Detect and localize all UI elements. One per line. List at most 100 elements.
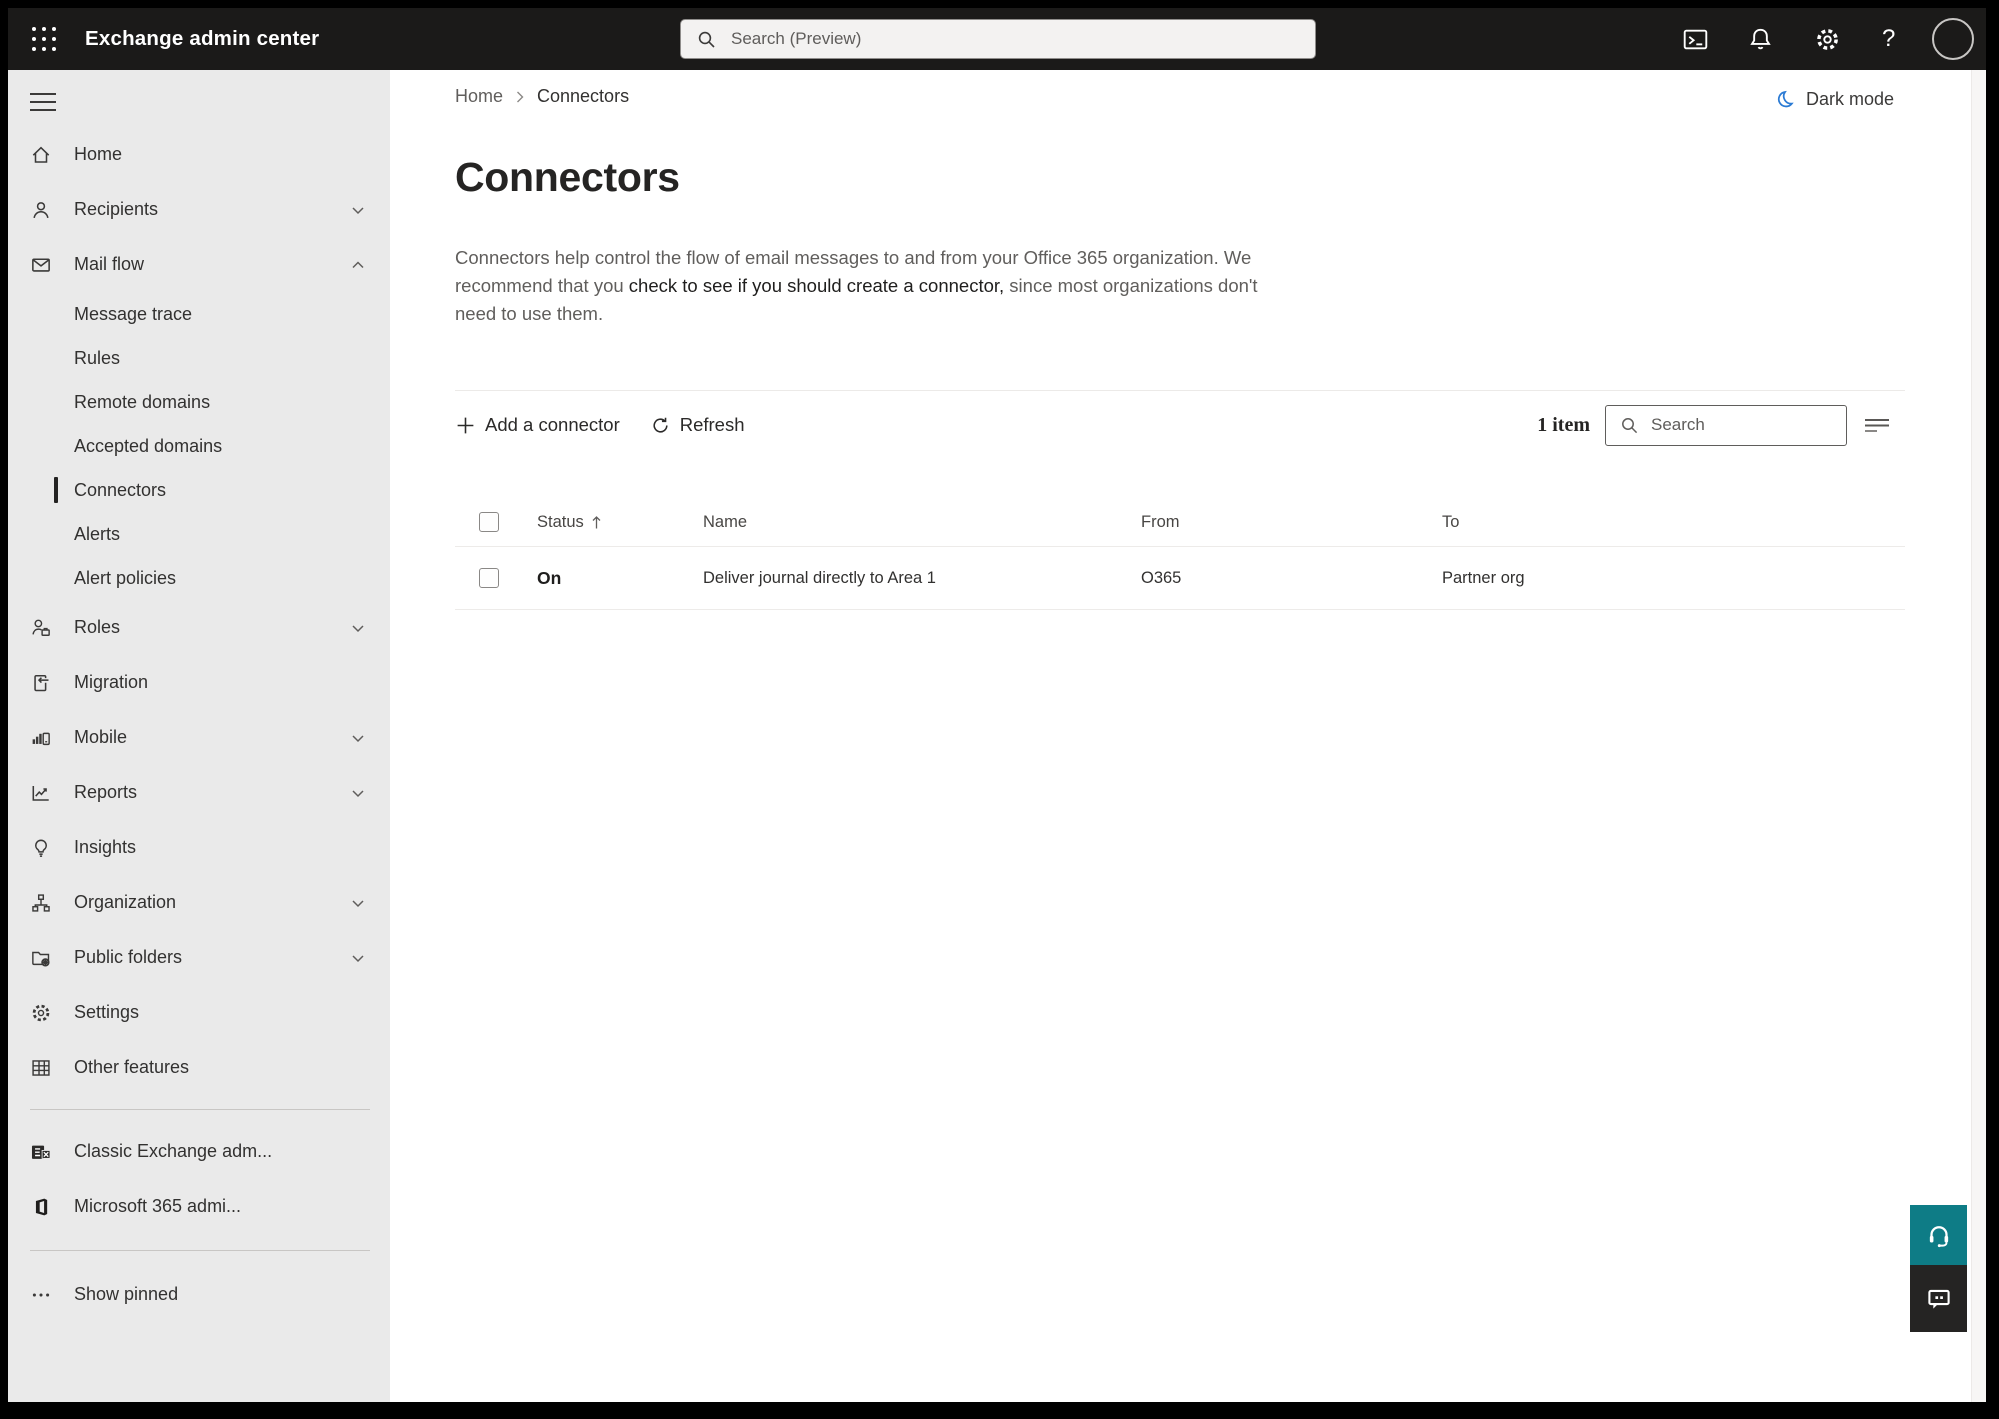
- table-search[interactable]: [1605, 404, 1847, 446]
- sidebar-item-home[interactable]: Home: [8, 127, 390, 182]
- sidebar-item-recipients[interactable]: Recipients: [8, 182, 390, 237]
- column-header-label: To: [1442, 512, 1460, 531]
- item-count: 1 item: [1537, 413, 1590, 436]
- sidebar-item-mail-flow[interactable]: Mail flow: [8, 237, 390, 292]
- sidebar-item-label: Reports: [74, 782, 138, 802]
- account-avatar[interactable]: [1932, 18, 1974, 60]
- filter-icon[interactable]: [1862, 410, 1892, 440]
- refresh-button[interactable]: Refresh: [650, 414, 745, 436]
- sidebar-item-connectors[interactable]: Connectors: [8, 468, 390, 512]
- add-connector-label: Add a connector: [485, 414, 620, 435]
- global-search[interactable]: [680, 19, 1316, 59]
- headset-icon: [1929, 1226, 1948, 1248]
- connector-status: On: [537, 567, 562, 588]
- home-icon: [30, 144, 52, 166]
- sidebar-item-message-trace[interactable]: Message trace: [8, 292, 390, 336]
- app-launcher-icon[interactable]: [32, 27, 58, 53]
- moon-icon: [1777, 90, 1794, 108]
- add-connector-button[interactable]: Add a connector: [455, 414, 620, 436]
- toolbar-divider: [455, 390, 1905, 391]
- sidebar-item-reports[interactable]: Reports: [8, 765, 390, 820]
- sidebar-item-remote-domains[interactable]: Remote domains: [8, 380, 390, 424]
- breadcrumb-home-link[interactable]: Home: [455, 86, 503, 107]
- sidebar-item-mobile[interactable]: Mobile: [8, 710, 390, 765]
- exchange-logo-icon: [30, 1141, 52, 1163]
- gear-icon: [30, 1002, 52, 1024]
- sidebar-item-alert-policies[interactable]: Alert policies: [8, 556, 390, 600]
- sidebar-item-migration[interactable]: Migration: [8, 655, 390, 710]
- toolbar-right: 1 item: [1537, 404, 1892, 446]
- connector-to: Partner org: [1442, 568, 1525, 587]
- main-content: Home Connectors Dark mode Connectors Con…: [390, 70, 1972, 1402]
- sidebar-nav: Home Recipients Mail flow Message trace …: [8, 127, 390, 1322]
- chevron-down-icon: [350, 950, 366, 966]
- sidebar-item-settings[interactable]: Settings: [8, 985, 390, 1040]
- grid-table-icon: [30, 1057, 52, 1079]
- sidebar-item-label: Alert policies: [74, 567, 177, 588]
- roles-icon: [30, 617, 52, 639]
- column-header-name[interactable]: Name: [703, 513, 1141, 532]
- sidebar-item-roles[interactable]: Roles: [8, 600, 390, 655]
- microsoft-365-logo-icon: [30, 1196, 52, 1218]
- column-header-from[interactable]: From: [1141, 513, 1442, 532]
- folder-globe-icon: [30, 947, 52, 969]
- sidebar-item-label: Connectors: [74, 479, 167, 500]
- sidebar-item-other-features[interactable]: Other features: [8, 1040, 390, 1095]
- sidebar-item-label: Microsoft 365 admi...: [74, 1196, 242, 1216]
- selected-indicator: [54, 477, 58, 503]
- sidebar-item-accepted-domains[interactable]: Accepted domains: [8, 424, 390, 468]
- connector-name[interactable]: Deliver journal directly to Area 1: [703, 569, 1141, 588]
- sidebar-item-organization[interactable]: Organization: [8, 875, 390, 930]
- select-all-checkbox[interactable]: [479, 512, 499, 532]
- dark-mode-toggle[interactable]: Dark mode: [1775, 88, 1894, 110]
- settings-gear-icon[interactable]: [1814, 8, 1841, 70]
- sort-ascending-icon: [592, 515, 601, 528]
- column-header-label: From: [1141, 512, 1180, 531]
- help-icon[interactable]: ?: [1882, 8, 1895, 70]
- sidebar-item-label: Alerts: [74, 523, 121, 544]
- sidebar-item-label: Organization: [74, 892, 177, 912]
- description-text: since most organizations don't: [1004, 275, 1258, 296]
- notifications-bell-icon[interactable]: [1747, 8, 1774, 70]
- sidebar-item-show-pinned[interactable]: Show pinned: [8, 1267, 390, 1322]
- dark-mode-label: Dark mode: [1805, 88, 1894, 109]
- chevron-down-icon: [350, 620, 366, 636]
- sidebar-item-label: Settings: [74, 1002, 140, 1022]
- sidebar-item-label: Message trace: [74, 303, 193, 324]
- hamburger-menu-icon[interactable]: [30, 93, 56, 111]
- column-header-label: Status: [537, 512, 584, 531]
- mail-icon: [30, 254, 52, 276]
- toolbar: Add a connector Refresh: [455, 404, 745, 446]
- terminal-icon[interactable]: [1682, 8, 1709, 70]
- column-header-status[interactable]: Status: [537, 513, 703, 532]
- chevron-down-icon: [350, 895, 366, 911]
- sidebar-item-classic-exchange-admin[interactable]: Classic Exchange adm...: [8, 1124, 390, 1179]
- ellipsis-icon: [30, 1284, 52, 1306]
- sidebar-item-label: Rules: [74, 347, 121, 368]
- check-connector-link[interactable]: check to see if you should create a conn…: [629, 275, 1004, 296]
- vertical-scrollbar[interactable]: [1971, 70, 1986, 1402]
- sidebar-item-alerts[interactable]: Alerts: [8, 512, 390, 556]
- global-search-input[interactable]: [729, 28, 1253, 50]
- sidebar-item-microsoft-365-admin[interactable]: Microsoft 365 admi...: [8, 1179, 390, 1234]
- breadcrumb: Home Connectors: [455, 86, 629, 107]
- chat-bubble-icon: [1927, 1289, 1950, 1309]
- table-search-input[interactable]: [1649, 414, 1833, 436]
- chevron-down-icon: [350, 730, 366, 746]
- top-bar: Exchange admin center ?: [8, 8, 1986, 70]
- page-title: Connectors: [455, 154, 680, 200]
- table-row[interactable]: On Deliver journal directly to Area 1 O3…: [455, 547, 1905, 610]
- feedback-button[interactable]: [1910, 1265, 1967, 1332]
- row-checkbox[interactable]: [479, 568, 499, 588]
- support-button[interactable]: [1910, 1205, 1967, 1265]
- column-header-to[interactable]: To: [1442, 513, 1905, 532]
- description-text: need to use them.: [455, 303, 604, 324]
- chevron-up-icon: [350, 257, 366, 273]
- sidebar-item-public-folders[interactable]: Public folders: [8, 930, 390, 985]
- breadcrumb-current: Connectors: [537, 86, 630, 106]
- sidebar-item-label: Remote domains: [74, 391, 211, 412]
- sidebar-item-rules[interactable]: Rules: [8, 336, 390, 380]
- sidebar-item-insights[interactable]: Insights: [8, 820, 390, 875]
- description-text: Connectors help control the flow of emai…: [455, 247, 1252, 268]
- description-text: recommend that you: [455, 275, 629, 296]
